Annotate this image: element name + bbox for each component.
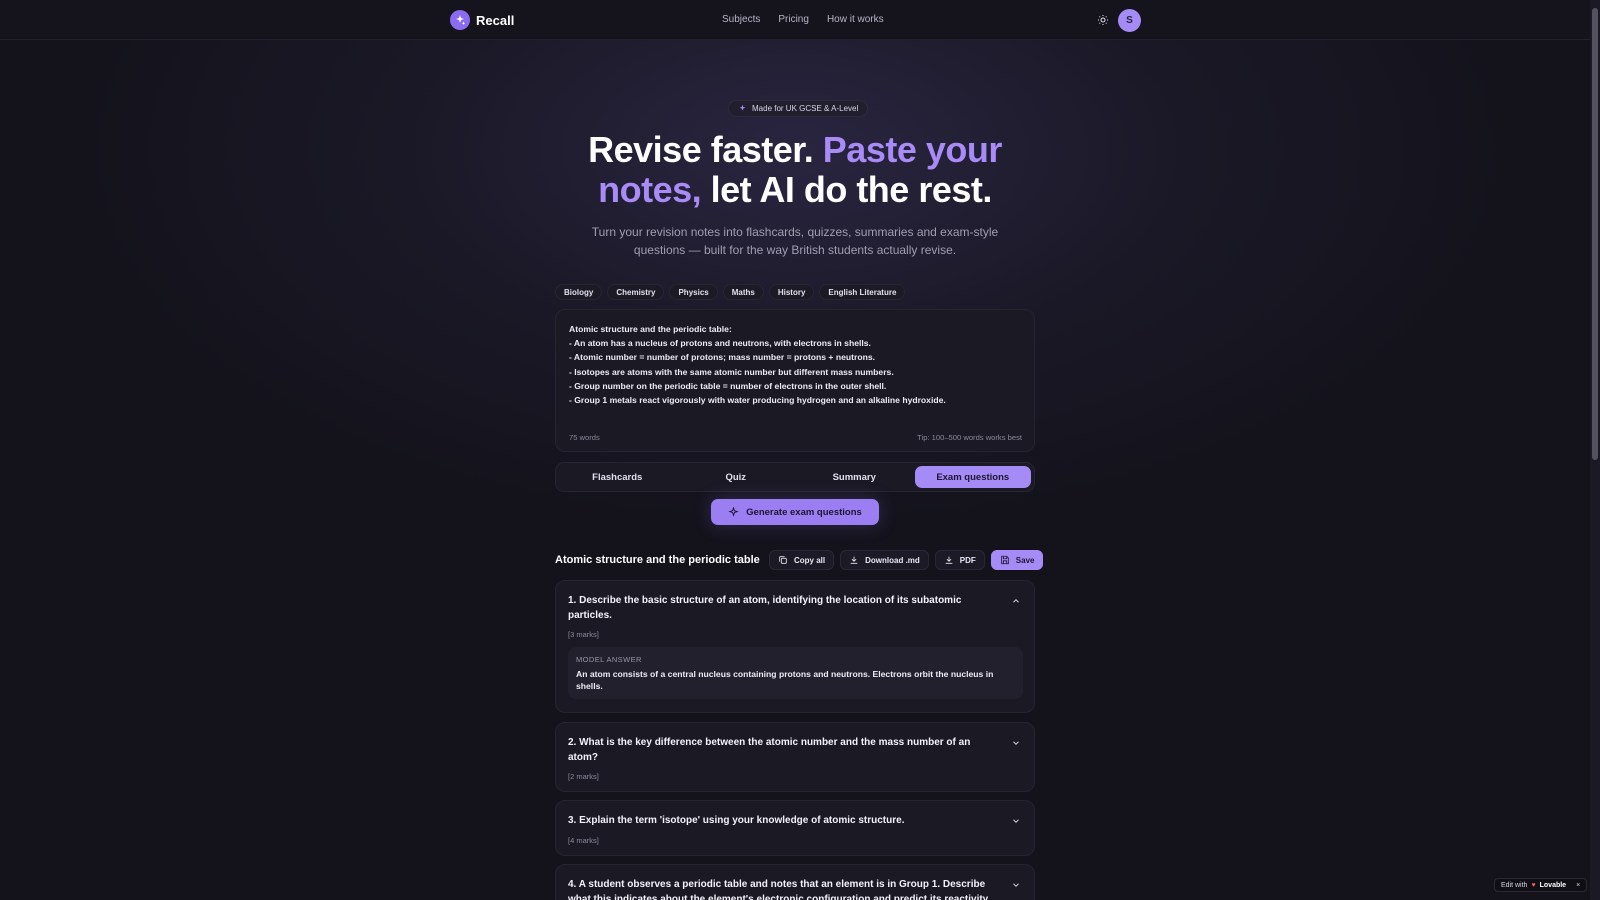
top-navbar: Recall Subjects Pricing How it works S (0, 0, 1590, 40)
chevron-down-icon[interactable] (1011, 880, 1021, 890)
nav-links: Subjects Pricing How it works (722, 14, 884, 25)
question-marks: [2 marks] (568, 772, 599, 781)
brand[interactable]: Recall (450, 10, 514, 30)
question-card[interactable]: 2. What is the key difference between th… (555, 722, 1035, 792)
word-tip: Tip: 100–500 words works best (917, 433, 1022, 442)
notes-line: - Group number on the periodic table = n… (569, 380, 887, 391)
question-text: 2. What is the key difference between th… (568, 737, 971, 763)
pdf-button[interactable]: PDF (934, 550, 985, 570)
subject-chip-english-literature[interactable]: English Literature (819, 284, 906, 300)
subject-chip-physics[interactable]: Physics (669, 284, 718, 300)
brand-name: Recall (476, 12, 515, 28)
save-label: Save (1015, 555, 1035, 565)
notes-line: - An atom has a nucleus of protons and n… (569, 338, 871, 349)
nav-link-pricing[interactable]: Pricing (778, 14, 809, 25)
notes-content[interactable]: Atomic structure and the periodic table:… (569, 322, 946, 407)
sun-icon (1098, 15, 1108, 25)
subject-chips: Biology Chemistry Physics Maths History … (555, 284, 906, 300)
tab-summary[interactable]: Summary (796, 466, 913, 488)
copy-all-button[interactable]: Copy all (769, 550, 835, 570)
notes-line: - Isotopes are atoms with the same atomi… (569, 366, 894, 377)
tab-flashcards[interactable]: Flashcards (559, 466, 676, 488)
model-answer-text: An atom consists of a central nucleus co… (576, 669, 994, 691)
copy-icon (779, 556, 787, 564)
chevron-down-icon[interactable] (1011, 738, 1021, 748)
model-answer-label: MODEL ANSWER (576, 655, 642, 664)
download-icon (850, 556, 858, 564)
lovable-brand: Lovable (1539, 881, 1567, 889)
download-icon (945, 556, 953, 564)
question-text: 4. A student observes a periodic table a… (568, 879, 989, 900)
theme-toggle-button[interactable] (1094, 11, 1112, 29)
question-marks: [3 marks] (568, 630, 599, 639)
chevron-down-icon[interactable] (1011, 816, 1021, 826)
question-card[interactable]: 4. A student observes a periodic table a… (555, 864, 1035, 900)
page-scrollbar[interactable] (1590, 0, 1600, 900)
badge-label: Made for UK GCSE & A-Level (752, 104, 859, 113)
heart-icon: ♥ (1531, 881, 1536, 889)
tab-exam-questions[interactable]: Exam questions (914, 466, 1031, 488)
save-button[interactable]: Save (990, 550, 1044, 570)
sparkle-icon (728, 506, 739, 517)
notes-line: - Atomic number = number of protons; mas… (569, 352, 875, 363)
subject-chip-history[interactable]: History (768, 284, 815, 300)
hero-subheading: Turn your revision notes into flashcards… (591, 225, 999, 257)
nav-link-how-it-works[interactable]: How it works (827, 14, 884, 25)
tab-quiz[interactable]: Quiz (678, 466, 795, 488)
sparkle-icon (739, 104, 746, 111)
download-md-button[interactable]: Download .md (840, 550, 929, 570)
notes-textarea[interactable]: Atomic structure and the periodic table:… (555, 309, 1035, 452)
question-card[interactable]: 3. Explain the term 'isotope' using your… (555, 800, 1035, 856)
pdf-label: PDF (959, 555, 976, 565)
user-avatar[interactable]: S (1118, 9, 1141, 32)
question-text: 3. Explain the term 'isotope' using your… (568, 815, 905, 826)
edit-with-lovable-badge[interactable]: Edit with ♥ Lovable × (1494, 878, 1588, 892)
mode-tabs: Flashcards Quiz Summary Exam questions (555, 462, 1035, 492)
chevron-up-icon[interactable] (1011, 596, 1021, 606)
headline-part2: let AI do the rest. (710, 169, 993, 210)
scrollbar-thumb[interactable] (1592, 8, 1598, 460)
sparkle-logo-icon (450, 10, 470, 30)
notes-line: - Group 1 metals react vigorously with w… (569, 395, 946, 406)
model-answer-panel: MODEL ANSWER An atom consists of a centr… (568, 647, 1023, 699)
generate-label: Generate exam questions (746, 506, 862, 518)
subject-chip-chemistry[interactable]: Chemistry (607, 284, 665, 300)
download-md-label: Download .md (865, 555, 920, 565)
nav-link-subjects[interactable]: Subjects (722, 14, 760, 25)
notes-line: Atomic structure and the periodic table: (569, 324, 732, 334)
word-count: 75 words (569, 433, 600, 442)
subject-chip-maths[interactable]: Maths (722, 284, 764, 300)
headline-part1: Revise faster. (588, 129, 814, 170)
hero-headline: Revise faster. Paste your notes, let AI … (540, 130, 1050, 210)
audience-badge: Made for UK GCSE & A-Level (728, 100, 869, 117)
results-actions: Copy all Download .md PDF Save (769, 550, 1044, 570)
save-icon (1001, 555, 1009, 565)
lovable-prefix: Edit with (1501, 881, 1528, 889)
question-text: 1. Describe the basic structure of an at… (568, 595, 962, 621)
generate-button[interactable]: Generate exam questions (711, 499, 879, 525)
results-title: Atomic structure and the periodic table (555, 554, 760, 566)
copy-all-label: Copy all (794, 555, 826, 565)
subject-chip-biology[interactable]: Biology (555, 284, 603, 300)
question-marks: [4 marks] (568, 836, 599, 845)
close-icon[interactable]: × (1576, 882, 1580, 889)
question-card[interactable]: 1. Describe the basic structure of an at… (555, 580, 1035, 713)
